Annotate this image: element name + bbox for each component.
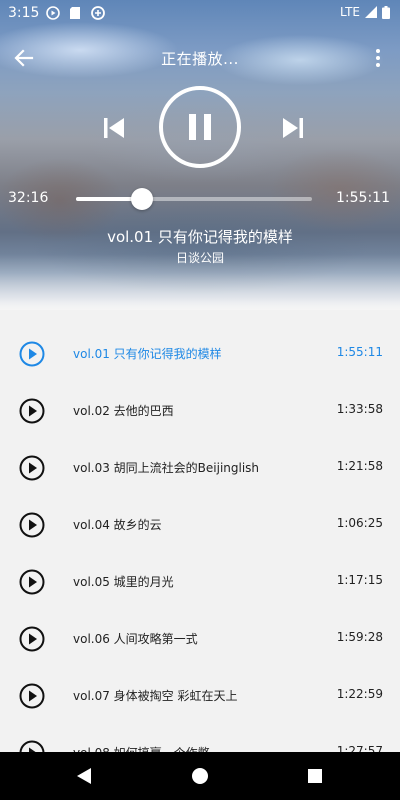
seek-row: 32:16 1:55:11 bbox=[0, 186, 400, 212]
nav-back-button[interactable] bbox=[72, 764, 96, 788]
playlist-item-title: vol.07 身体被掏空 彩虹在天上 bbox=[73, 689, 238, 703]
now-playing-header: 3:15 LTE 正在播放... 32:16 1:55:11 vol.01 只有… bbox=[0, 0, 400, 310]
signal-icon bbox=[365, 6, 377, 18]
seekbar[interactable] bbox=[76, 188, 312, 210]
playlist-item[interactable]: vol.01 只有你记得我的模样 1:55:11 bbox=[0, 325, 400, 382]
now-playing-artist: 日谈公园 bbox=[175, 251, 224, 265]
battery-icon bbox=[382, 5, 390, 19]
page-title: 正在播放... bbox=[161, 50, 239, 68]
elapsed-time: 32:16 bbox=[8, 190, 49, 206]
play-circle-icon bbox=[19, 740, 45, 752]
total-time: 1:55:11 bbox=[336, 190, 390, 206]
playlist-item-duration: 1:27:57 bbox=[336, 744, 383, 752]
playlist-item-title: vol.03 胡同上流社会的Beijinglish bbox=[73, 461, 260, 475]
status-time: 3:15 bbox=[8, 5, 40, 21]
skip-next-icon[interactable] bbox=[279, 114, 307, 142]
playlist-item[interactable]: vol.07 身体被掏空 彩虹在天上 1:22:59 bbox=[0, 667, 400, 724]
more-options-button[interactable] bbox=[370, 44, 386, 72]
playlist-item-title: vol.08 如何搞赢一个作弊 bbox=[73, 744, 210, 752]
playlist-item-title: vol.01 只有你记得我的模样 bbox=[73, 347, 222, 361]
toolbar: 正在播放... bbox=[0, 40, 400, 76]
play-circle-icon bbox=[19, 569, 45, 595]
nav-recents-button[interactable] bbox=[303, 764, 327, 788]
playlist-item-title: vol.04 故乡的云 bbox=[73, 518, 162, 532]
playlist-item[interactable]: vol.04 故乡的云 1:06:25 bbox=[0, 496, 400, 553]
nav-home-button[interactable] bbox=[188, 764, 212, 788]
more-vert-icon bbox=[376, 49, 380, 67]
playlist-item-title: vol.02 去他的巴西 bbox=[73, 404, 174, 418]
playlist-item[interactable]: vol.05 城里的月光 1:17:15 bbox=[0, 553, 400, 610]
playlist-item-duration: 1:33:58 bbox=[336, 402, 383, 416]
playlist-item[interactable]: vol.03 胡同上流社会的Beijinglish 1:21:58 bbox=[0, 439, 400, 496]
playlist-item[interactable]: vol.06 人间攻略第一式 1:59:28 bbox=[0, 610, 400, 667]
sd-card-icon bbox=[70, 7, 80, 19]
playlist-item-duration: 1:17:15 bbox=[336, 573, 383, 587]
status-bar: 3:15 LTE bbox=[0, 0, 400, 26]
playlist-item-title: vol.06 人间攻略第一式 bbox=[73, 632, 198, 646]
nav-back-icon bbox=[77, 768, 91, 784]
play-circle-icon bbox=[19, 512, 45, 538]
playlist-item[interactable]: vol.02 去他的巴西 1:33:58 bbox=[0, 382, 400, 439]
skip-previous-icon[interactable] bbox=[100, 114, 128, 142]
playlist: vol.01 只有你记得我的模样 1:55:11 vol.02 去他的巴西 1:… bbox=[0, 325, 400, 752]
play-circle-icon bbox=[19, 626, 45, 652]
nav-home-icon bbox=[192, 768, 208, 784]
now-playing-title: vol.01 只有你记得我的模样 bbox=[107, 228, 293, 246]
playback-controls bbox=[0, 86, 400, 168]
playlist-item-duration: 1:06:25 bbox=[336, 516, 383, 530]
nav-recents-icon bbox=[308, 769, 322, 783]
playlist-item-title: vol.05 城里的月光 bbox=[73, 575, 174, 589]
data-saver-icon bbox=[91, 6, 105, 20]
play-circle-icon bbox=[19, 683, 45, 709]
media-notification-icon bbox=[46, 6, 60, 20]
play-circle-icon bbox=[19, 341, 45, 367]
playlist-item-duration: 1:55:11 bbox=[336, 345, 383, 359]
playlist-item[interactable]: vol.08 如何搞赢一个作弊 1:27:57 bbox=[0, 724, 400, 752]
playlist-item-duration: 1:21:58 bbox=[336, 459, 383, 473]
network-type: LTE bbox=[340, 5, 360, 19]
seekbar-thumb[interactable] bbox=[131, 188, 154, 210]
play-circle-icon bbox=[19, 455, 45, 481]
play-pause-button[interactable] bbox=[159, 86, 241, 168]
playlist-item-duration: 1:22:59 bbox=[336, 687, 383, 701]
system-navigation-bar bbox=[0, 752, 400, 800]
playlist-item-duration: 1:59:28 bbox=[336, 630, 383, 644]
play-circle-icon bbox=[19, 398, 45, 424]
pause-icon bbox=[189, 114, 211, 140]
